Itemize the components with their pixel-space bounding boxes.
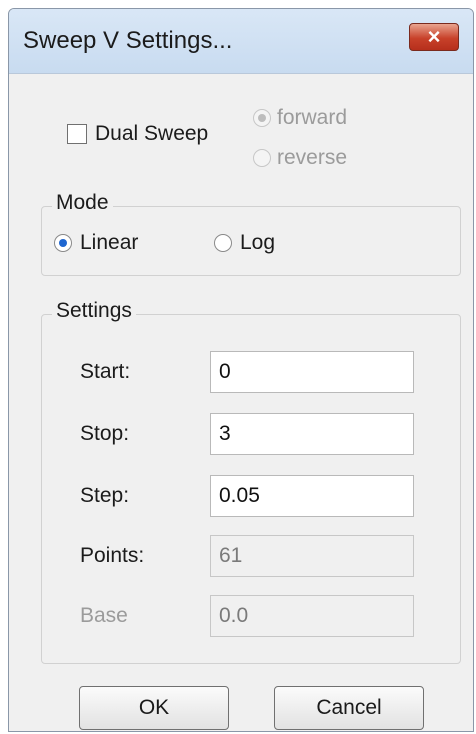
mode-group: Mode Linear Log: [41, 191, 461, 276]
linear-radio[interactable]: [54, 234, 72, 252]
base-field: 0.0: [210, 595, 414, 637]
stop-input[interactable]: 3: [210, 413, 414, 455]
linear-radio-dot: [59, 239, 67, 247]
mode-log-option[interactable]: Log: [214, 231, 275, 255]
reverse-radio[interactable]: [253, 149, 271, 167]
window-title: Sweep V Settings...: [23, 27, 233, 54]
mode-group-title: Mode: [52, 191, 113, 215]
log-radio[interactable]: [214, 234, 232, 252]
ok-button[interactable]: OK: [79, 686, 229, 730]
forward-label: forward: [277, 106, 348, 129]
reverse-label: reverse: [277, 146, 348, 169]
dual-sweep-checkbox[interactable]: [67, 124, 87, 144]
start-input[interactable]: 0: [210, 351, 414, 393]
base-label: Base: [80, 604, 128, 627]
stop-row: Stop: 3: [80, 413, 414, 455]
dialog-content: Dual Sweep forward reverse Mode Linear L…: [9, 74, 473, 731]
dual-sweep-row[interactable]: Dual Sweep: [67, 122, 208, 146]
step-input[interactable]: 0.05: [210, 475, 414, 517]
forward-radio[interactable]: [253, 109, 271, 127]
settings-group: Settings Start: 0 Stop: 3 Step: 0.05 Poi…: [41, 299, 461, 664]
cancel-button[interactable]: Cancel: [274, 686, 424, 730]
forward-radio-dot: [258, 114, 266, 122]
points-field: 61: [210, 535, 414, 577]
step-row: Step: 0.05: [80, 475, 414, 517]
settings-group-title: Settings: [52, 299, 136, 323]
points-label: Points:: [80, 544, 145, 567]
title-bar: Sweep V Settings... ×: [9, 9, 473, 74]
close-button[interactable]: ×: [409, 23, 459, 51]
dual-sweep-label: Dual Sweep: [95, 122, 209, 145]
log-label: Log: [240, 231, 276, 254]
dialog-window: Sweep V Settings... × Dual Sweep forward…: [8, 8, 474, 732]
direction-reverse-option[interactable]: reverse: [253, 146, 347, 170]
linear-label: Linear: [80, 231, 139, 254]
start-label: Start:: [80, 360, 131, 383]
stop-label: Stop:: [80, 422, 130, 445]
step-label: Step:: [80, 484, 130, 507]
points-row: Points: 61: [80, 535, 414, 577]
close-icon: ×: [427, 24, 441, 49]
base-row: Base 0.0: [80, 595, 414, 637]
start-row: Start: 0: [80, 351, 414, 393]
direction-forward-option[interactable]: forward: [253, 106, 347, 130]
mode-linear-option[interactable]: Linear: [54, 231, 138, 255]
